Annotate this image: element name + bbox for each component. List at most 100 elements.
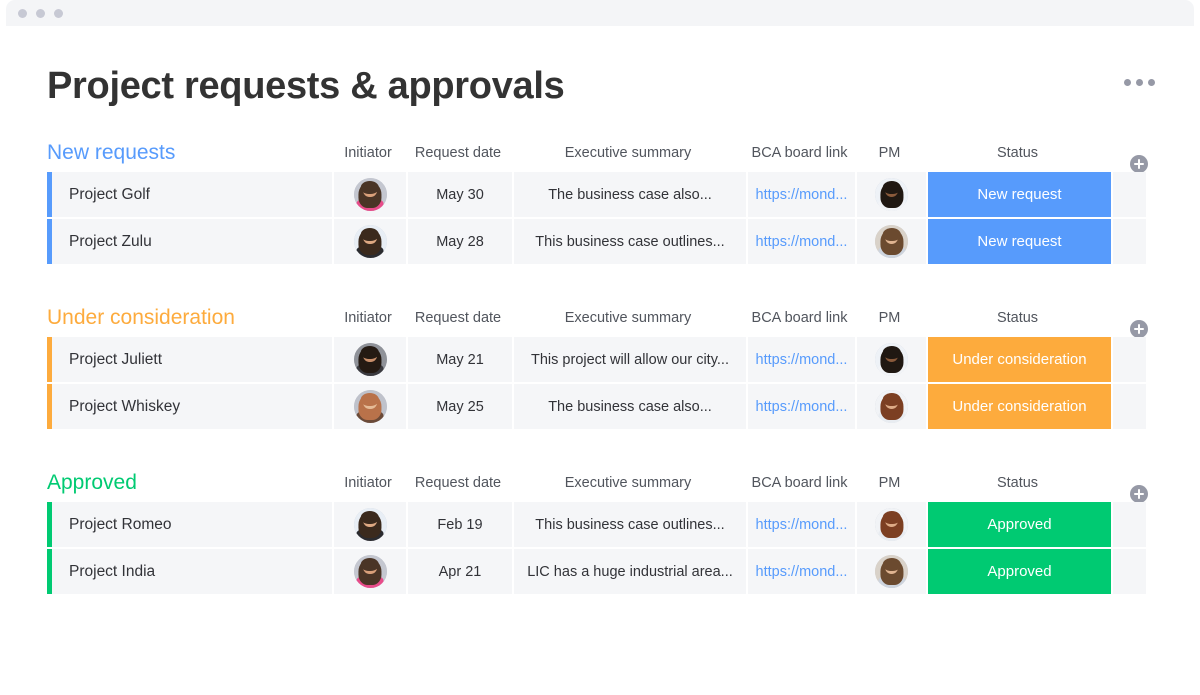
column-header-link[interactable]: BCA board link [746,143,853,163]
board-group: Approved Initiator Request date Executive s… [0,462,1200,594]
avatar[interactable] [875,178,908,211]
avatar-hair-top [882,558,901,572]
row-initiator-cell[interactable] [334,384,406,429]
row-pm-cell[interactable] [857,219,926,264]
row-status-badge[interactable]: Approved [928,549,1111,594]
row-request-date[interactable]: May 28 [408,219,512,264]
row-pm-cell[interactable] [857,384,926,429]
column-header-initiator[interactable]: Initiator [332,473,404,493]
table-row[interactable]: Project Juliett May 21 This project will a… [0,337,1200,382]
row-initiator-cell[interactable] [334,219,406,264]
row-initiator-cell[interactable] [334,172,406,217]
avatar-hair-top [360,181,380,195]
group-title[interactable]: Under consideration [47,305,235,331]
column-header-link[interactable]: BCA board link [746,308,853,328]
row-executive-summary[interactable]: This business case outlines... [514,502,746,547]
row-status-badge[interactable]: New request [928,219,1111,264]
row-executive-summary[interactable]: The business case also... [514,384,746,429]
row-project-name[interactable]: Project Romeo [52,502,332,547]
column-header-date[interactable]: Request date [406,308,510,328]
table-row[interactable]: Project Golf May 30 The business case also… [0,172,1200,217]
row-project-name[interactable]: Project Golf [52,172,332,217]
row-bca-board-link-cell[interactable]: https://mond... [748,337,855,382]
row-executive-summary[interactable]: This project will allow our city... [514,337,746,382]
avatar[interactable] [875,343,908,376]
column-header-initiator[interactable]: Initiator [332,308,404,328]
column-header-date[interactable]: Request date [406,473,510,493]
row-project-name[interactable]: Project India [52,549,332,594]
close-dot-icon[interactable] [18,9,27,18]
row-executive-summary[interactable]: LIC has a huge industrial area... [514,549,746,594]
column-header-initiator[interactable]: Initiator [332,143,404,163]
column-header-date[interactable]: Request date [406,143,510,163]
row-bca-board-link-cell[interactable]: https://mond... [748,384,855,429]
table-row[interactable]: Project India Apr 21 LIC has a huge indust… [0,549,1200,594]
row-project-name[interactable]: Project Whiskey [52,384,332,429]
row-project-name[interactable]: Project Juliett [52,337,332,382]
row-pm-cell[interactable] [857,502,926,547]
add-column-button[interactable] [1130,320,1148,338]
row-request-date[interactable]: Apr 21 [408,549,512,594]
avatar[interactable] [875,555,908,588]
row-bca-board-link-cell[interactable]: https://mond... [748,219,855,264]
table-row[interactable]: Project Romeo Feb 19 This business case ou… [0,502,1200,547]
bca-board-link[interactable]: https://mond... [756,187,848,203]
group-title[interactable]: New requests [47,140,175,166]
row-initiator-cell[interactable] [334,549,406,594]
column-header-status[interactable]: Status [926,473,1109,493]
table-row[interactable]: Project Zulu May 28 This business case out… [0,219,1200,264]
row-executive-summary[interactable]: The business case also... [514,172,746,217]
row-initiator-cell[interactable] [334,502,406,547]
add-column-button[interactable] [1130,155,1148,173]
minimize-dot-icon[interactable] [36,9,45,18]
column-header-pm[interactable]: PM [855,473,924,493]
column-header-pm[interactable]: PM [855,308,924,328]
row-request-date[interactable]: Feb 19 [408,502,512,547]
row-executive-summary[interactable]: This business case outlines... [514,219,746,264]
window-control-dots [18,9,63,18]
column-header-status[interactable]: Status [926,308,1109,328]
row-status-badge[interactable]: Under consideration [928,384,1111,429]
avatar[interactable] [353,178,387,211]
bca-board-link[interactable]: https://mond... [756,564,848,580]
row-bca-board-link-cell[interactable]: https://mond... [748,549,855,594]
row-request-date[interactable]: May 25 [408,384,512,429]
add-column-button[interactable] [1130,485,1148,503]
row-status-badge[interactable]: Under consideration [928,337,1111,382]
row-pm-cell[interactable] [857,337,926,382]
row-project-name[interactable]: Project Zulu [52,219,332,264]
avatar[interactable] [875,390,908,423]
avatar[interactable] [353,343,387,376]
table-row[interactable]: Project Whiskey May 25 The business case a… [0,384,1200,429]
column-header-summary[interactable]: Executive summary [512,308,744,328]
avatar[interactable] [353,508,387,541]
column-header-pm[interactable]: PM [855,143,924,163]
column-header-summary[interactable]: Executive summary [512,143,744,163]
column-header-link[interactable]: BCA board link [746,473,853,493]
avatar[interactable] [353,555,387,588]
row-tail-cell [1113,502,1146,547]
avatar[interactable] [353,390,387,423]
row-pm-cell[interactable] [857,172,926,217]
row-initiator-cell[interactable] [334,337,406,382]
bca-board-link[interactable]: https://mond... [756,399,848,415]
avatar[interactable] [875,508,908,541]
column-header-summary[interactable]: Executive summary [512,473,744,493]
row-request-date[interactable]: May 30 [408,172,512,217]
row-request-date[interactable]: May 21 [408,337,512,382]
avatar[interactable] [875,225,908,258]
row-bca-board-link-cell[interactable]: https://mond... [748,172,855,217]
maximize-dot-icon[interactable] [54,9,63,18]
bca-board-link[interactable]: https://mond... [756,234,848,250]
group-title[interactable]: Approved [47,470,137,496]
row-status-badge[interactable]: New request [928,172,1111,217]
board-options-menu-icon[interactable] [1124,74,1158,90]
row-status-badge[interactable]: Approved [928,502,1111,547]
row-bca-board-link-cell[interactable]: https://mond... [748,502,855,547]
column-header-status[interactable]: Status [926,143,1109,163]
bca-board-link[interactable]: https://mond... [756,517,848,533]
bca-board-link[interactable]: https://mond... [756,352,848,368]
avatar-hair-top [360,228,380,242]
row-pm-cell[interactable] [857,549,926,594]
avatar[interactable] [353,225,387,258]
